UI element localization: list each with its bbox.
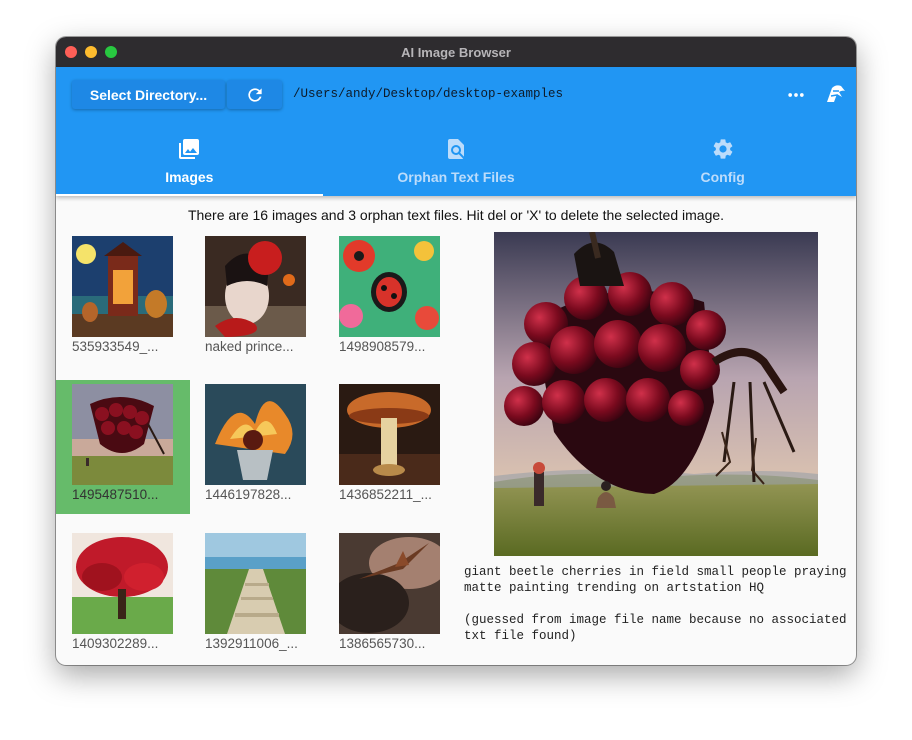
image-caption: 1498908579... [339,339,426,354]
image-tile[interactable]: naked prince... [189,232,323,366]
window-controls [65,46,117,58]
refresh-icon [247,87,262,102]
app-bar: Select Directory... /Users/andy/Desktop/… [56,67,856,196]
image-caption: 1446197828... [205,487,292,502]
image-prompt-note: (guessed from image file name because no… [464,613,855,643]
image-thumbnail [339,384,440,485]
image-caption: 1436852211_... [339,487,432,502]
title-bar[interactable]: AI Image Browser [56,37,856,67]
image-caption: 1495487510... [72,487,159,502]
image-tile[interactable]: 535933549_... [56,232,190,366]
directory-path: /Users/andy/Desktop/desktop-examples [293,87,564,101]
tab-bar: Images Orphan Text Files Config [56,123,856,196]
image-caption: 535933549_... [72,339,159,354]
image-tile[interactable]: 1446197828... [189,380,323,514]
tab-orphan-text-files[interactable]: Orphan Text Files [323,123,590,196]
image-tile[interactable]: 1436852211_... [323,380,457,514]
image-tile[interactable]: 1498908579... [323,232,457,366]
image-tile[interactable]: 1386565730... [323,529,457,663]
toolbar: Select Directory... /Users/andy/Desktop/… [56,67,856,123]
image-thumbnail [205,384,306,485]
images-panel: There are 16 images and 3 orphan text fi… [56,196,856,665]
photo-library-icon [179,139,200,159]
image-caption: 1392911006_... [205,636,298,651]
gear-icon [713,139,733,159]
select-directory-button[interactable]: Select Directory... [72,80,225,109]
image-caption: naked prince... [205,339,294,354]
app-logo-icon [824,82,848,106]
zoom-window-button[interactable] [105,46,117,58]
tab-config-label: Config [700,169,745,185]
image-description: giant beetle cherries in field small peo… [464,564,849,644]
image-prompt-text: giant beetle cherries in field small peo… [464,565,855,595]
tab-config[interactable]: Config [589,123,856,196]
image-thumbnail [205,236,306,337]
close-window-button[interactable] [65,46,77,58]
selected-image-preview [494,232,818,556]
image-thumbnail [339,236,440,337]
more-horizontal-icon [788,93,804,97]
image-thumbnail [339,533,440,634]
window-title: AI Image Browser [401,44,511,60]
image-caption: 1386565730... [339,636,426,651]
minimize-window-button[interactable] [85,46,97,58]
image-tile[interactable]: 1392911006_... [189,529,323,663]
image-thumbnail [72,533,173,634]
find-in-page-icon [448,139,464,159]
info-text: There are 16 images and 3 orphan text fi… [187,207,725,223]
image-thumbnail [205,533,306,634]
image-tile[interactable]: 1409302289... [56,529,190,663]
image-thumbnail [72,236,173,337]
tab-orphan-text-files-label: Orphan Text Files [397,169,515,185]
refresh-button[interactable] [227,80,282,109]
more-options-button[interactable] [784,83,808,107]
image-thumbnail [72,384,173,485]
tab-images[interactable]: Images [56,123,323,196]
tab-images-label: Images [165,169,214,185]
app-window: AI Image Browser Select Directory... /Us… [56,37,856,665]
image-tile-selected[interactable]: 1495487510... [56,380,190,514]
image-caption: 1409302289... [72,636,159,651]
